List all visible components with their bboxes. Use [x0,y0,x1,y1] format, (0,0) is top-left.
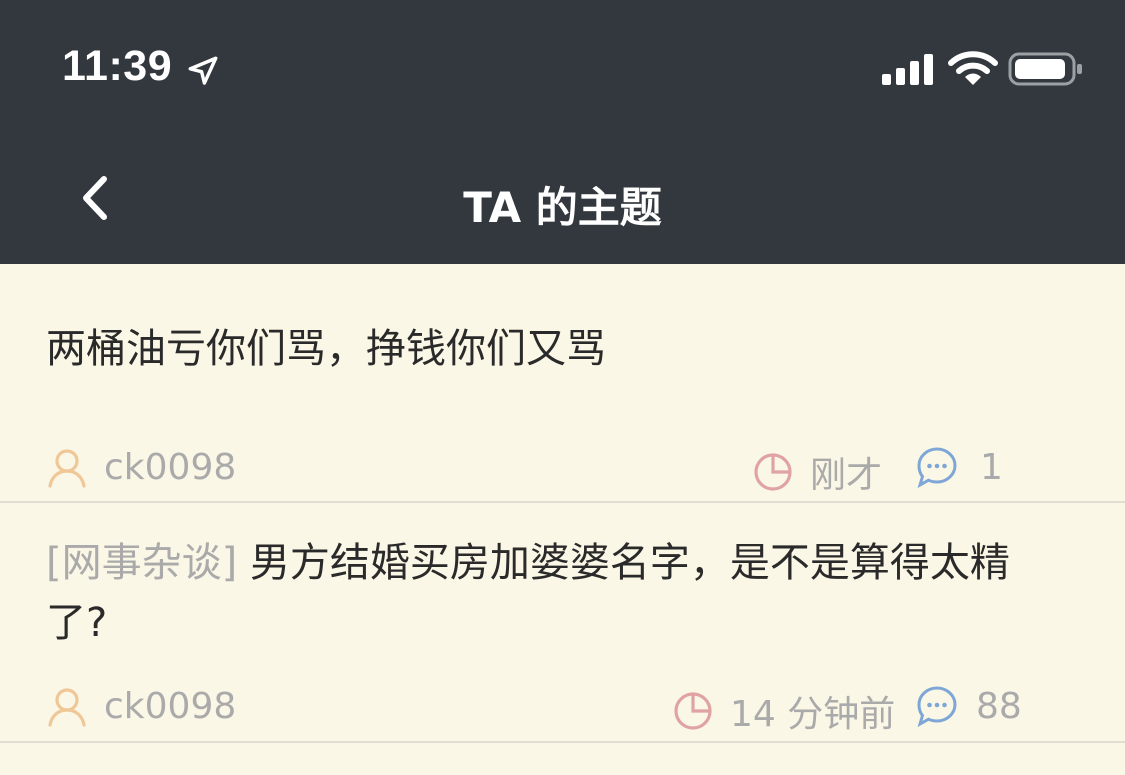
topic-title-text: 两桶油亏你们骂，挣钱你们又骂 [46,326,606,372]
topic-category: [网事杂谈] [46,540,238,586]
topic-author[interactable]: ck0098 [46,685,236,727]
location-arrow-icon [188,56,218,85]
topic-replies: 88 [916,685,1022,727]
reply-count: 88 [976,685,1022,727]
comment-bubble-icon [917,686,957,727]
top-bar: 11:39 TA 的主题 [0,0,1125,264]
clock-pie-icon [754,453,792,491]
clock-pie-icon [674,692,712,730]
post-time: 刚才 [810,455,883,496]
page-title: TA 的主题 [463,183,662,232]
post-time: 14 分钟前 [730,694,896,735]
user-icon [48,449,86,488]
wifi-icon [948,51,998,85]
topic-time: 14 分钟前 [672,685,895,737]
author-name: ck0098 [104,446,237,488]
author-name: ck0098 [104,685,237,727]
topic-title[interactable]: [网事杂谈] 男方结婚买房加婆婆名字，是不是算得太精了? [46,533,1065,653]
topic-time: 刚才 [752,446,882,498]
topic-list-item[interactable]: [网事杂谈] 男方结婚买房加婆婆名字，是不是算得太精了? ck0098 14 分… [0,503,1125,743]
reply-count: 1 [980,446,1003,488]
user-icon [48,688,86,727]
topic-title[interactable]: 两桶油亏你们骂，挣钱你们又骂 [46,319,1065,379]
topic-replies: 1 [916,446,1003,488]
comment-bubble-icon [917,447,957,488]
topic-author[interactable]: ck0098 [46,446,236,488]
status-time: 11:39 [62,42,173,90]
cellular-signal-icon [882,54,933,85]
topic-list-item[interactable]: 两桶油亏你们骂，挣钱你们又骂 ck0098 刚才 1 [0,264,1125,503]
battery-icon [1008,52,1082,86]
